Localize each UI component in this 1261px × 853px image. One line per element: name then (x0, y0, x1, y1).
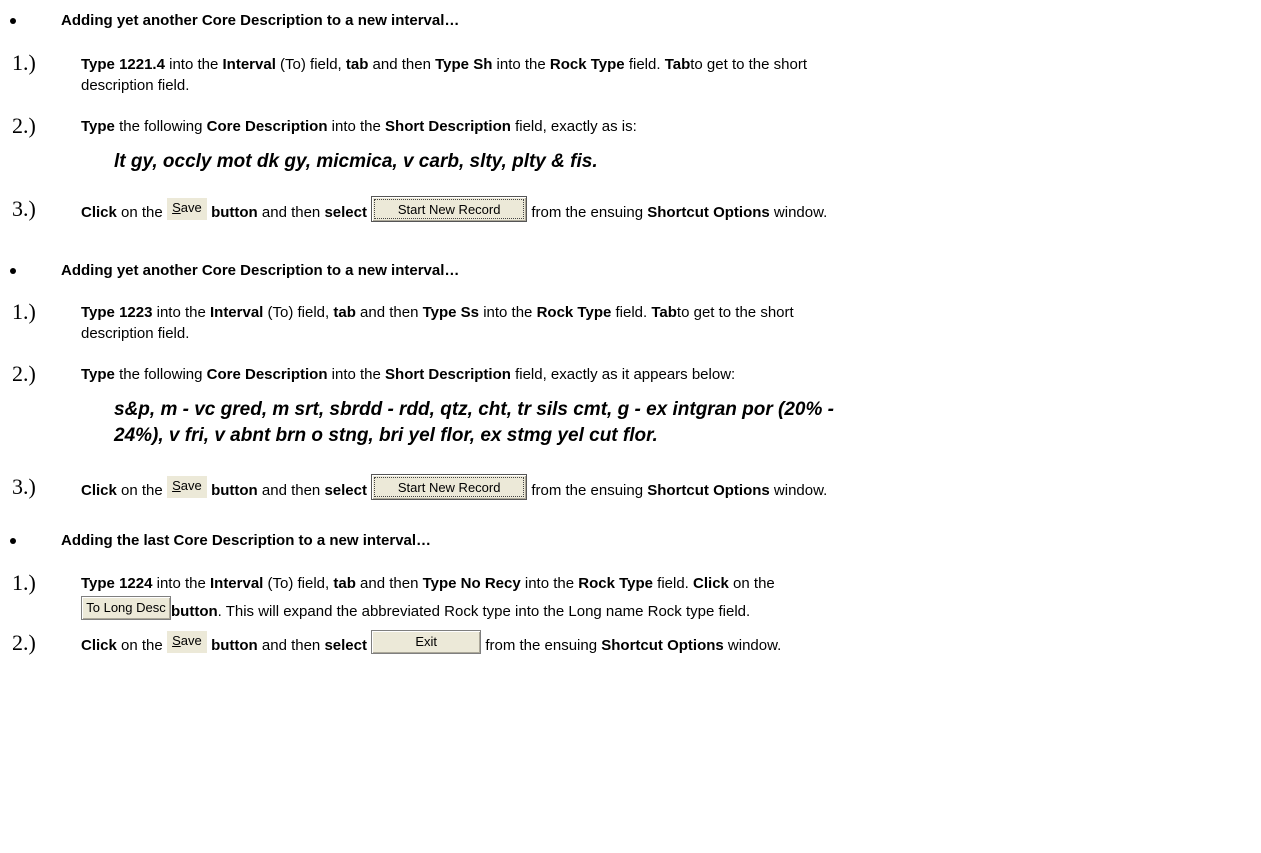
save-button[interactable]: Save (166, 631, 207, 653)
exit-button[interactable]: Exit (371, 630, 482, 654)
to-long-desc-button[interactable]: To Long Desc (81, 596, 171, 620)
step-1-text-cont: description field. (81, 325, 190, 342)
step-number: 3.) (12, 196, 36, 221)
step-number: 1.) (12, 299, 36, 324)
bullet-dot (10, 18, 16, 24)
section-heading-text: Adding the last Core Description to a ne… (61, 532, 432, 549)
save-button[interactable]: Save (166, 198, 207, 220)
section-heading-2: Adding yet another Core Description to a… (10, 262, 460, 279)
step-number: 1.) (12, 50, 36, 75)
step-1-text: Type 1223 into the Interval (To) field, … (81, 304, 794, 321)
step-number: 3.) (12, 474, 36, 499)
start-new-record-button[interactable]: Start New Record (371, 196, 528, 222)
step-1-text: Type 1224 into the Interval (To) field, … (81, 575, 775, 592)
step-2-text: Click on the Save button and then select… (81, 630, 781, 658)
step-number: 2.) (12, 113, 36, 138)
bullet-dot (10, 268, 16, 274)
core-description-quote: s&p, m - vc gred, m srt, sbrdd - rdd, qt… (114, 399, 834, 420)
section-heading-text: Adding yet another Core Description to a… (61, 262, 460, 279)
step-1-text: Type 1221.4 into the Interval (To) field… (81, 56, 807, 73)
step-number: 2.) (12, 630, 36, 655)
step-1-text-cont: description field. (81, 77, 190, 94)
step-2-text: Type the following Core Description into… (81, 118, 637, 135)
step-2-text: Type the following Core Description into… (81, 366, 736, 383)
step-number: 1.) (12, 570, 36, 595)
step-3-text: Click on the Save button and then select… (81, 196, 827, 226)
section-heading-text: Adding yet another Core Description to a… (61, 12, 460, 29)
core-description-quote-cont: 24%), v fri, v abnt brn o stng, bri yel … (114, 425, 658, 446)
save-button[interactable]: Save (166, 476, 207, 498)
step-1-text-cont: To Long Desc button. This will expand the… (81, 596, 750, 624)
bullet-dot (10, 538, 16, 544)
step-3-text: Click on the Save button and then select… (81, 474, 827, 504)
core-description-quote: lt gy, occly mot dk gy, micmica, v carb,… (114, 151, 598, 172)
section-heading-1: Adding yet another Core Description to a… (10, 12, 460, 29)
start-new-record-button[interactable]: Start New Record (371, 474, 528, 500)
section-heading-3: Adding the last Core Description to a ne… (10, 532, 432, 549)
step-number: 2.) (12, 361, 36, 386)
